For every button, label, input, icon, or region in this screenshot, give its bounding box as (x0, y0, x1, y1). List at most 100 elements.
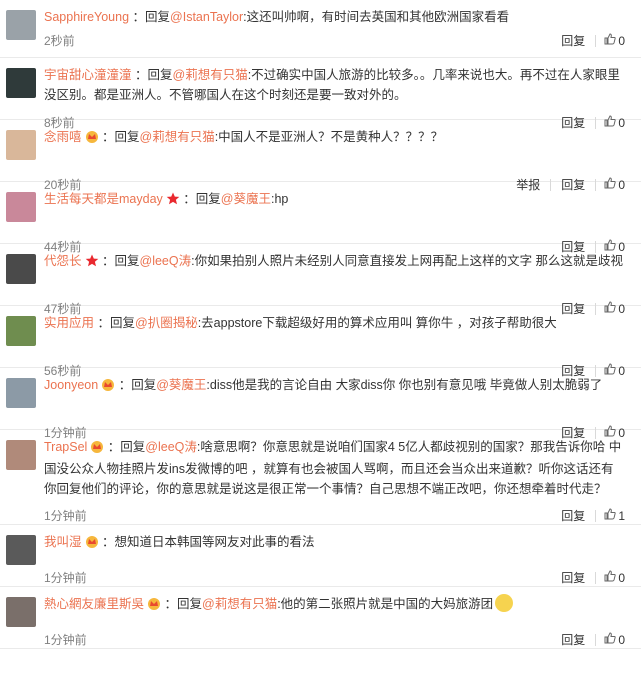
comment-item: 宇宙甜心潼潼潼 ：回复@莉想有只猫:不过确实中国人旅游的比较多。。几率来说也大。… (0, 58, 641, 130)
avatar[interactable] (6, 10, 36, 40)
avatar[interactable] (6, 378, 36, 408)
comment-content: 实用应用 ：回复@扒圈揭秘:去appstore下载超级好用的算术应用叫 算你牛 … (44, 313, 625, 333)
vip-crown-icon (85, 129, 99, 149)
comment-item: TrapSel ：回复@leeQ涛:啥意思啊？你意思就是说咱们国家4 5亿人都歧… (0, 430, 641, 525)
star-badge-icon (166, 191, 180, 211)
avatar[interactable] (6, 535, 36, 565)
username-link[interactable]: Joonyeon (44, 378, 98, 392)
comment-text: :中国人不是亚洲人？不是黄种人？？？？ (214, 130, 444, 144)
comment-content: 念雨嘻 ：回复@莉想有只猫:中国人不是亚洲人？不是黄种人？？？？ (44, 127, 625, 149)
reply-button[interactable]: 回复 (561, 631, 585, 648)
reply-button[interactable]: 回复 (561, 507, 585, 524)
comment-meta: 1分钟前 回复 0 (44, 631, 625, 649)
mention-link[interactable]: @leeQ涛 (140, 254, 192, 268)
comment-actions: 回复 0 (551, 631, 625, 648)
username-link[interactable]: 念雨嘻 (44, 130, 82, 144)
mention-link[interactable]: @莉想有只猫 (140, 130, 215, 144)
comment-item: 实用应用 ：回复@扒圈揭秘:去appstore下载超级好用的算术应用叫 算你牛 … (0, 306, 641, 378)
comment-time: 2秒前 (44, 34, 75, 48)
comment-content: 我叫湿 ：想知道日本韩国等网友对此事的看法 (44, 532, 625, 554)
thumbs-up-icon (604, 632, 618, 647)
mention-link[interactable]: @莉想有只猫 (202, 597, 277, 611)
star-badge-icon (85, 253, 99, 273)
comment-item: 熱心網友廉里斯吳 ：回复@莉想有只猫:他的第二张照片就是中国的大妈旅游团 1分钟前… (0, 587, 641, 649)
reply-prefix: ： (98, 535, 115, 549)
reply-prefix: ：回复 (94, 316, 135, 330)
reply-button[interactable]: 回复 (561, 32, 585, 49)
comment-content: 宇宙甜心潼潼潼 ：回复@莉想有只猫:不过确实中国人旅游的比较多。。几率来说也大。… (44, 65, 625, 105)
avatar[interactable] (6, 597, 36, 627)
like-button[interactable]: 0 (604, 632, 625, 647)
comment-text: 想知道日本韩国等网友对此事的看法 (114, 535, 315, 549)
mention-link[interactable]: @IstanTaylor (170, 10, 243, 24)
comment-meta: 1分钟前 回复 0 (44, 569, 625, 587)
reply-prefix: ：回复 (98, 130, 140, 144)
mention-link[interactable]: @扒圈揭秘 (135, 316, 198, 330)
username-link[interactable]: TrapSel (44, 440, 87, 454)
avatar[interactable] (6, 68, 36, 98)
comment-list: SapphireYoung ：回复@IstanTaylor:这还叫帅啊，有时间去… (0, 0, 641, 649)
comment-actions: 回复 1 (551, 507, 625, 524)
comment-actions: 回复 0 (551, 569, 625, 586)
comment-text: :去appstore下载超级好用的算术应用叫 算你牛 ，对孩子帮助很大 (197, 316, 557, 330)
mention-link[interactable]: @葵魔王 (221, 192, 271, 206)
like-button[interactable]: 0 (604, 33, 625, 48)
comment-text: :这还叫帅啊，有时间去英国和其他欧洲国家看看 (243, 10, 510, 24)
username-link[interactable]: 代怨长 (44, 254, 82, 268)
reply-prefix: ：回复 (129, 10, 171, 24)
comment-meta: 1分钟前 回复 1 (44, 507, 625, 525)
comment-item: 我叫湿 ：想知道日本韩国等网友对此事的看法 1分钟前 回复 0 (0, 525, 641, 587)
comment-actions: 回复 0 (551, 32, 625, 49)
avatar[interactable] (6, 254, 36, 284)
comment-item: SapphireYoung ：回复@IstanTaylor:这还叫帅啊，有时间去… (0, 0, 641, 58)
reply-prefix: ：回复 (131, 68, 173, 82)
comment-text: :diss他是我的言论自由 大家diss你 你也别有意见哦 毕竟做人别太脆弱了 (206, 378, 603, 392)
divider (595, 34, 597, 47)
reply-prefix: ：回复 (98, 254, 140, 268)
comment-content: 生活每天都是mayday ：回复@葵魔王:hp (44, 189, 625, 211)
like-button[interactable]: 0 (604, 570, 625, 585)
like-count: 1 (618, 508, 625, 523)
comment-item: Joonyeon ：回复@葵魔王:diss他是我的言论自由 大家diss你 你也… (0, 368, 641, 440)
like-button[interactable]: 1 (604, 508, 625, 523)
thumbs-up-icon (604, 33, 618, 48)
mention-link[interactable]: @莉想有只猫 (173, 68, 248, 82)
reply-prefix: ：回复 (115, 378, 157, 392)
comment-time: 1分钟前 (44, 633, 87, 647)
like-count: 0 (618, 570, 625, 585)
comment-content: SapphireYoung ：回复@IstanTaylor:这还叫帅啊，有时间去… (44, 7, 625, 27)
comment-item: 代怨长 ：回复@leeQ涛:你如果拍别人照片未经别人同意直接发上网再配上这样的文… (0, 244, 641, 316)
avatar[interactable] (6, 130, 36, 160)
mention-link[interactable]: @leeQ涛 (145, 440, 197, 454)
emoji-icon (495, 594, 514, 612)
avatar[interactable] (6, 440, 36, 470)
reply-prefix: ：回复 (104, 440, 146, 454)
reply-prefix: ：回复 (179, 192, 221, 206)
comment-item: 生活每天都是mayday ：回复@葵魔王:hp 44秒前 回复 0 (0, 182, 641, 254)
reply-prefix: ：回复 (161, 597, 202, 611)
comment-content: TrapSel ：回复@leeQ涛:啥意思啊？你意思就是说咱们国家4 5亿人都歧… (44, 437, 625, 499)
comment-time: 1分钟前 (44, 509, 87, 523)
comment-content: 熱心網友廉里斯吳 ：回复@莉想有只猫:他的第二张照片就是中国的大妈旅游团 (44, 594, 625, 616)
username-link[interactable]: 我叫湿 (44, 535, 82, 549)
thumbs-up-icon (604, 508, 618, 523)
vip-crown-icon (147, 596, 161, 616)
divider (595, 633, 597, 646)
username-link[interactable]: 宇宙甜心潼潼潼 (44, 68, 132, 82)
comment-content: 代怨长 ：回复@leeQ涛:你如果拍别人照片未经别人同意直接发上网再配上这样的文… (44, 251, 625, 273)
username-link[interactable]: 实用应用 (44, 316, 94, 330)
like-count: 0 (618, 632, 625, 647)
username-link[interactable]: 熱心網友廉里斯吳 (44, 597, 144, 611)
comment-time: 1分钟前 (44, 571, 87, 585)
divider (595, 571, 597, 584)
avatar[interactable] (6, 192, 36, 222)
reply-button[interactable]: 回复 (561, 569, 585, 586)
comment-text: :他的第二张照片就是中国的大妈旅游团 (277, 597, 494, 611)
username-link[interactable]: SapphireYoung (44, 10, 129, 24)
avatar[interactable] (6, 316, 36, 346)
thumbs-up-icon (604, 570, 618, 585)
comment-item: 念雨嘻 ：回复@莉想有只猫:中国人不是亚洲人？不是黄种人？？？？ 20秒前 举报 回复… (0, 120, 641, 192)
mention-link[interactable]: @葵魔王 (156, 378, 206, 392)
like-count: 0 (618, 33, 625, 48)
username-link[interactable]: 生活每天都是mayday (44, 192, 163, 206)
